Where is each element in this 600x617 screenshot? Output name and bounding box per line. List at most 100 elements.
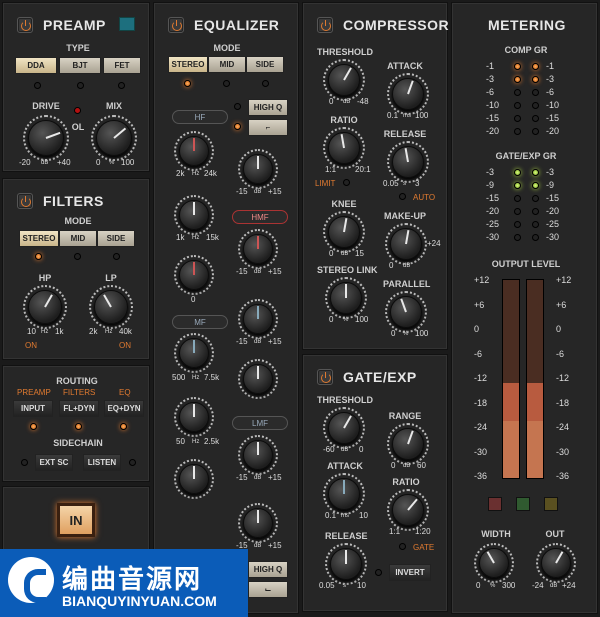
- comp-knee-knob[interactable]: [328, 216, 360, 248]
- mf-q-knob[interactable]: [243, 364, 273, 394]
- routing-eqdyn-button[interactable]: EQ+DYN: [104, 400, 144, 417]
- gate-ra-max: 1:20: [415, 527, 431, 536]
- mf-freq-knob[interactable]: [179, 338, 209, 368]
- eq-mode-led-1: [184, 80, 191, 87]
- limit-label[interactable]: LIMIT: [315, 179, 335, 188]
- listen-button[interactable]: LISTEN: [83, 454, 121, 471]
- meter-btn-3[interactable]: [544, 497, 558, 511]
- gr-led: [514, 115, 521, 122]
- comp-threshold-knob[interactable]: [328, 64, 360, 96]
- comp-link-knob[interactable]: [330, 282, 362, 314]
- type-dda-button[interactable]: DDA: [15, 57, 57, 74]
- comp-at-unit: ms: [403, 113, 411, 119]
- hf-gain-min: -15: [236, 187, 248, 196]
- filters-stereo-button[interactable]: STEREO: [19, 230, 59, 247]
- gr-scale-left: -15: [486, 113, 500, 123]
- gate-mode-label[interactable]: GATE: [413, 543, 434, 552]
- filters-power-icon[interactable]: [17, 193, 33, 209]
- lf-gain-knob[interactable]: [243, 508, 273, 538]
- mf-freq-min: 500: [172, 373, 186, 382]
- gate-ra-min: 1:1: [389, 527, 401, 536]
- type-bjt-button[interactable]: BJT: [59, 57, 101, 74]
- mix-max: 100: [121, 158, 135, 167]
- compressor-panel: COMPRESSOR THRESHOLD 0 dB -48 ATTACK 0.1…: [302, 2, 449, 350]
- gr-scale-left: -20: [486, 206, 500, 216]
- hf-gain-max: +15: [268, 187, 282, 196]
- width-unit: %: [490, 583, 496, 589]
- hmf-gain-unit: dB: [254, 269, 262, 275]
- auto-label[interactable]: AUTO: [413, 193, 435, 202]
- eq-stereo-button[interactable]: STEREO: [168, 56, 208, 73]
- hp-on-label[interactable]: ON: [25, 341, 37, 350]
- hf-gain-knob[interactable]: [243, 154, 273, 184]
- routing-panel: ROUTING PREAMP FILTERS EQ INPUT FL+DYN E…: [2, 365, 150, 482]
- shelf-button[interactable]: ⌐: [248, 119, 288, 136]
- lmf-freq-knob[interactable]: [179, 402, 209, 432]
- comp-parallel-label: PARALLEL: [383, 279, 431, 289]
- gate-ratio-knob[interactable]: [392, 494, 424, 526]
- filters-led-3: [113, 253, 120, 260]
- hmf-q-knob[interactable]: [179, 260, 209, 290]
- hf-freq-knob[interactable]: [179, 136, 209, 166]
- meter-btn-2[interactable]: [516, 497, 530, 511]
- lp-unit: Hz: [105, 329, 113, 335]
- invert-button[interactable]: INVERT: [389, 564, 431, 581]
- comp-makeup-label: MAKE-UP: [384, 211, 426, 221]
- gr-scale-right: -20: [546, 126, 560, 136]
- width-knob[interactable]: [479, 548, 509, 578]
- in-button[interactable]: IN: [57, 503, 95, 537]
- lp-knob[interactable]: [94, 290, 128, 324]
- high-q-button[interactable]: HIGH Q: [248, 99, 288, 116]
- hmf-gain-max: +15: [268, 267, 282, 276]
- eq-power-icon[interactable]: [168, 17, 184, 33]
- lf-shelf-button[interactable]: ⌙: [248, 581, 288, 598]
- lmf-gain-knob[interactable]: [243, 440, 273, 470]
- gate-rg-unit: dB: [403, 463, 411, 469]
- hmf-gain-knob[interactable]: [243, 234, 273, 264]
- lmf-gain-max: +15: [268, 473, 282, 482]
- output-scale-left: -18: [474, 397, 488, 408]
- gate-attack-knob[interactable]: [328, 478, 360, 510]
- type-fet-button[interactable]: FET: [103, 57, 141, 74]
- gate-release-label: RELEASE: [325, 531, 368, 541]
- comp-power-icon[interactable]: [317, 17, 333, 33]
- width-label: WIDTH: [481, 529, 511, 539]
- lp-on-label[interactable]: ON: [119, 341, 131, 350]
- gate-release-knob[interactable]: [330, 548, 362, 580]
- meter-btn-1[interactable]: [488, 497, 502, 511]
- output-scale-right: +12: [556, 275, 572, 285]
- drive-knob[interactable]: [28, 120, 64, 156]
- routing-led-3: [120, 423, 127, 430]
- comp-makeup-knob[interactable]: [390, 228, 422, 260]
- preamp-power-icon[interactable]: [17, 17, 33, 33]
- output-scale-right: -12: [556, 373, 570, 383]
- comp-th-unit: dB: [343, 99, 351, 105]
- comp-attack-knob[interactable]: [392, 78, 424, 110]
- high-q-bottom-button[interactable]: HIGH Q: [248, 561, 288, 578]
- mf-gain-knob[interactable]: [243, 304, 273, 334]
- comp-ratio-knob[interactable]: [328, 132, 360, 164]
- gr-led: [514, 89, 521, 96]
- gate-threshold-knob[interactable]: [328, 412, 360, 444]
- output-meter-left-fill: [503, 382, 519, 478]
- routing-input-button[interactable]: INPUT: [13, 400, 53, 417]
- ext-sc-button[interactable]: EXT SC: [35, 454, 73, 471]
- filters-side-button[interactable]: SIDE: [97, 230, 135, 247]
- lmf-q-knob[interactable]: [179, 464, 209, 494]
- comp-release-knob[interactable]: [392, 146, 424, 178]
- width-min: 0: [476, 581, 481, 590]
- gate-power-icon[interactable]: [317, 369, 333, 385]
- gr-scale-right: -30: [546, 232, 560, 242]
- gr-led: [532, 63, 539, 70]
- mix-knob[interactable]: [96, 120, 132, 156]
- comp-parallel-knob[interactable]: [390, 296, 422, 328]
- routing-fldyn-button[interactable]: FL+DYN: [59, 400, 99, 417]
- out-knob[interactable]: [541, 548, 571, 578]
- eq-mid-button[interactable]: MID: [208, 56, 246, 73]
- type-label: TYPE: [66, 43, 90, 53]
- hf-q-knob[interactable]: [179, 200, 209, 230]
- hp-knob[interactable]: [28, 290, 62, 324]
- eq-side-button[interactable]: SIDE: [246, 56, 284, 73]
- filters-mid-button[interactable]: MID: [59, 230, 97, 247]
- gate-range-knob[interactable]: [392, 428, 424, 460]
